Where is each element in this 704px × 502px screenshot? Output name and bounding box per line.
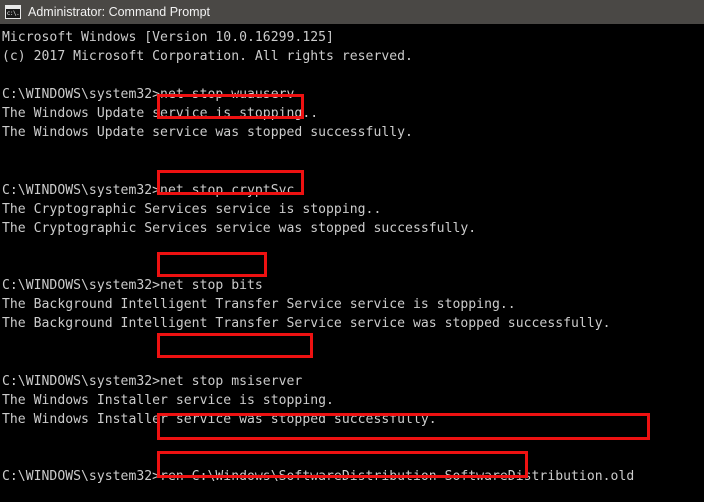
console-line: (c) 2017 Microsoft Corporation. All righ… (2, 49, 413, 65)
command-prompt-icon: c:\. (5, 5, 21, 19)
console-line: C:\WINDOWS\system32>net stop wuauserv (2, 87, 295, 103)
console-line: The Background Intelligent Transfer Serv… (2, 297, 516, 313)
console-line: C:\WINDOWS\system32>net stop msiserver (2, 373, 303, 389)
console-line: C:\WINDOWS\system32>net stop cryptSvc (2, 182, 295, 198)
command-prompt-icon-glyph: c:\. (6, 10, 20, 17)
console-line: C:\WINDOWS\system32>net stop bits (2, 278, 263, 294)
console-output-area[interactable]: Microsoft Windows [Version 10.0.16299.12… (0, 24, 704, 502)
command-prompt-window: c:\. Administrator: Command Prompt Micro… (0, 0, 704, 502)
console-text: Microsoft Windows [Version 10.0.16299.12… (2, 28, 634, 502)
console-line: The Windows Update service was stopped s… (2, 125, 413, 141)
console-line: Microsoft Windows [Version 10.0.16299.12… (2, 30, 334, 45)
console-line: The Windows Installer service was stoppe… (2, 411, 437, 427)
window-title: Administrator: Command Prompt (28, 5, 211, 19)
console-line: The Windows Installer service is stoppin… (2, 392, 334, 408)
console-line: The Background Intelligent Transfer Serv… (2, 316, 611, 332)
console-line: The Cryptographic Services service is st… (2, 201, 382, 217)
console-line: C:\WINDOWS\system32>ren C:\Windows\Softw… (2, 469, 635, 485)
console-line: The Windows Update service is stopping.. (2, 106, 319, 122)
title-bar[interactable]: c:\. Administrator: Command Prompt (0, 0, 704, 24)
console-line: The Cryptographic Services service was s… (2, 220, 477, 236)
